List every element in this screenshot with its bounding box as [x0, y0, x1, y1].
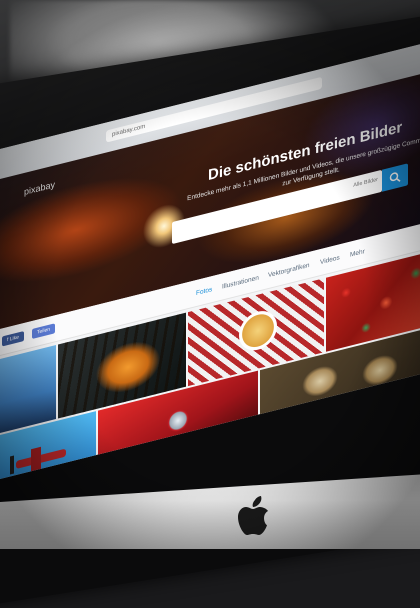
site-logo[interactable]: pixabay — [24, 179, 55, 197]
tab-vektorgrafiken[interactable]: Vektorgrafiken — [268, 262, 310, 279]
tab-videos[interactable]: Videos — [320, 254, 340, 266]
apple-logo-icon — [238, 496, 268, 535]
tower-photo[interactable] — [0, 345, 56, 434]
share-button[interactable]: Teilen — [32, 323, 56, 340]
tab-fotos[interactable]: Fotos — [196, 286, 212, 297]
search-type-select[interactable]: Alle Bilder — [353, 177, 378, 189]
facebook-like-button[interactable]: f Like — [2, 331, 24, 347]
search-button[interactable] — [382, 163, 408, 192]
search-icon — [389, 172, 401, 182]
tab-mehr[interactable]: Mehr — [350, 248, 365, 259]
tab-illustrationen[interactable]: Illustrationen — [222, 274, 259, 290]
